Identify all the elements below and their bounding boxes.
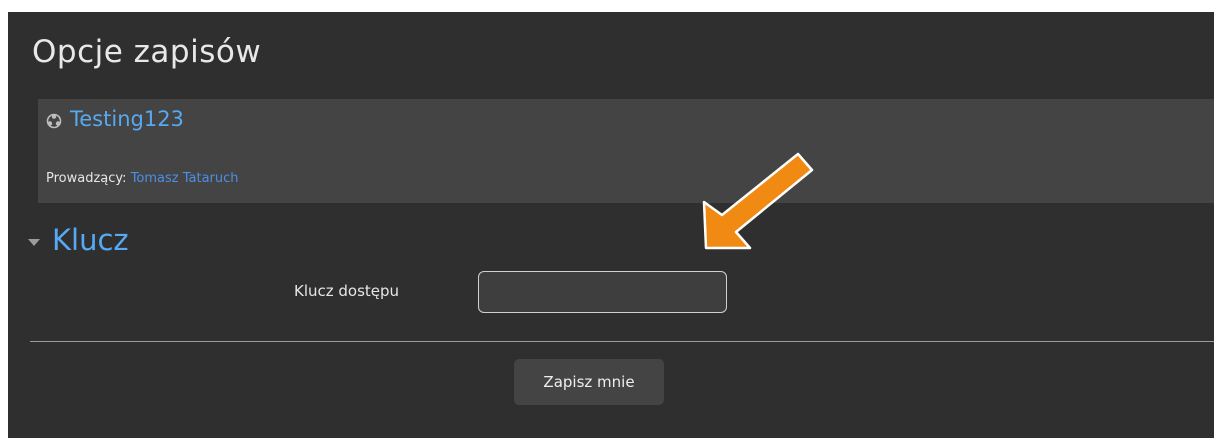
section-title: Klucz — [52, 223, 129, 257]
page-title: Opcje zapisów — [32, 34, 262, 70]
access-key-input[interactable] — [478, 271, 727, 313]
form-divider — [30, 341, 1214, 342]
enrolment-panel: Opcje zapisów Testing123 Prowadzący: Tom… — [8, 12, 1214, 438]
teacher-link[interactable]: Tomasz Tataruch — [131, 171, 239, 186]
enrol-me-button[interactable]: Zapisz mnie — [514, 359, 664, 405]
course-info-box: Testing123 Prowadzący: Tomasz Tataruch — [38, 99, 1214, 203]
teacher-label: Prowadzący: — [46, 171, 127, 186]
access-key-label: Klucz dostępu — [294, 282, 400, 300]
teacher-line: Prowadzący: Tomasz Tataruch — [46, 171, 239, 186]
arrow-icon — [702, 152, 814, 250]
course-name-link[interactable]: Testing123 — [70, 107, 184, 131]
key-section-toggle[interactable]: Klucz — [28, 222, 129, 258]
course-icon — [46, 113, 62, 129]
caret-down-icon — [28, 238, 40, 246]
